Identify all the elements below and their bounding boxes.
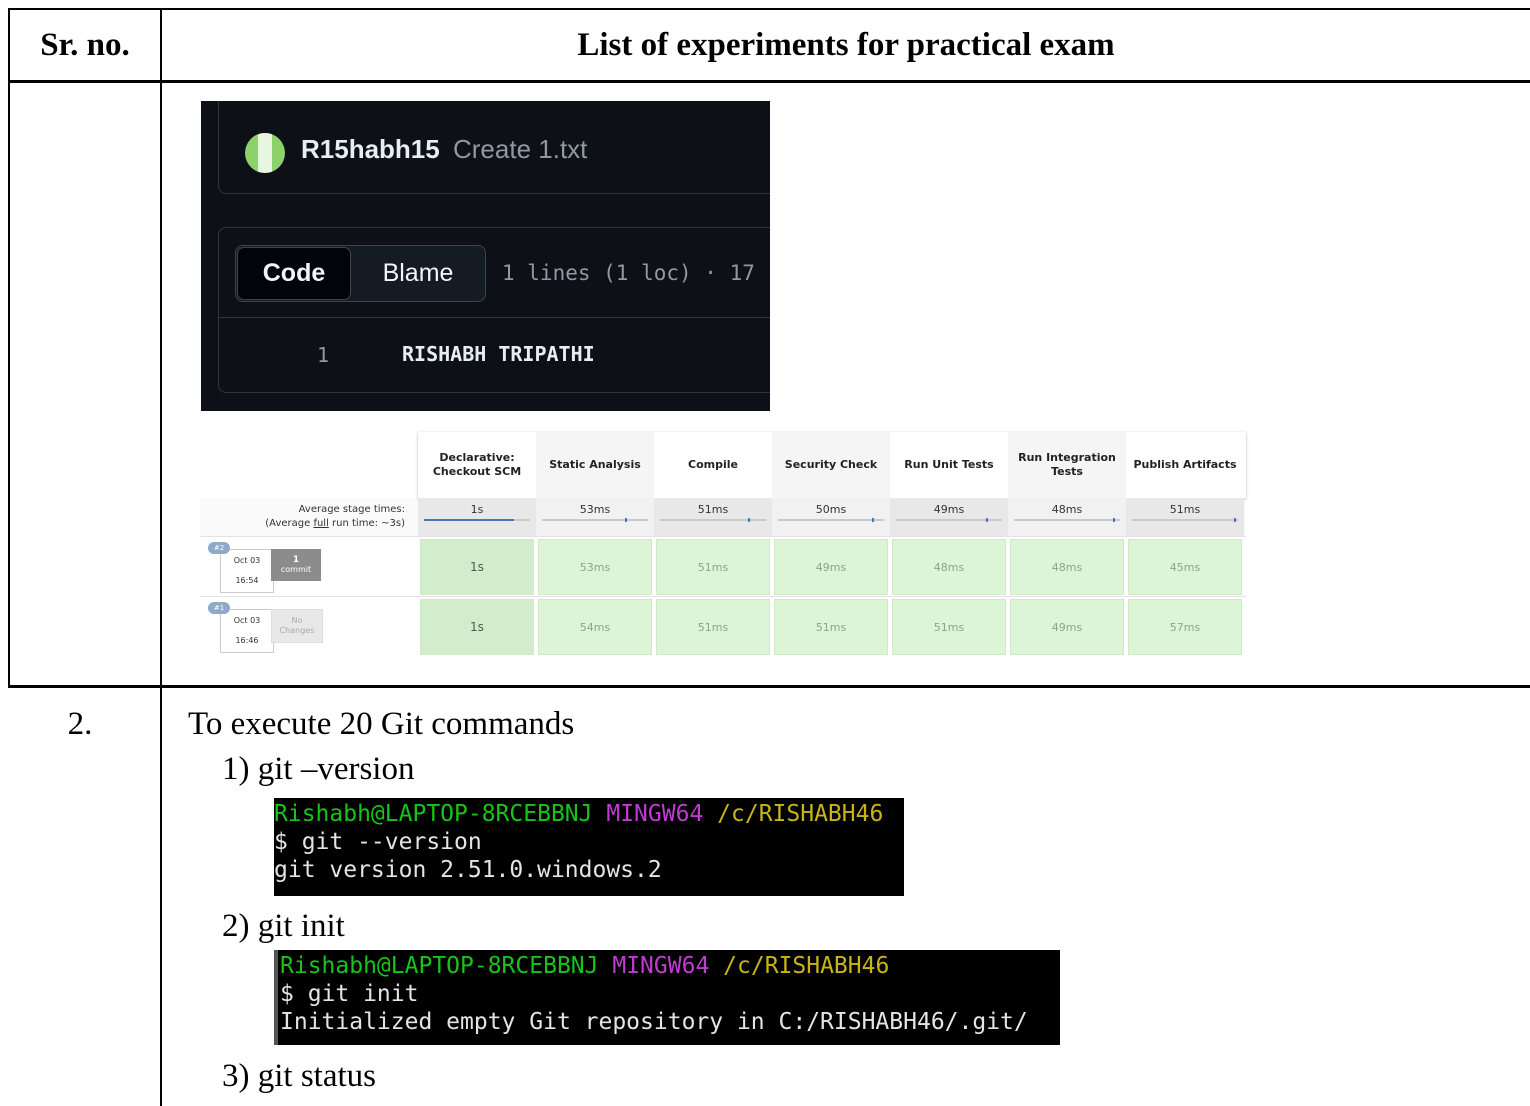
header-srno: Sr. no. [40,26,130,63]
stage-time-cell[interactable]: 48ms [1010,539,1124,595]
stage-header-2: Static Analysis [536,432,654,498]
stage-header-1: Declarative: Checkout SCM [432,451,522,478]
prompt-env: MINGW64 [612,953,710,979]
average-time: 49ms [933,503,965,516]
changes-count: No [291,616,303,625]
average-time-cell: 49ms [890,498,1008,536]
row-divider [8,685,1530,688]
average-time-cell: 1s [418,498,536,536]
prompt-user: Rishabh@LAPTOP-8RCEBBNJ [274,801,593,827]
row2-srno: 2. [67,706,93,742]
average-time-cell: 48ms [1008,498,1126,536]
git-item-2: 2) git init [222,908,345,944]
average-label-pre: (Average [265,518,314,529]
average-label-line1: Average stage times: [298,504,405,515]
average-label: Average stage times: (Average full run t… [200,503,405,531]
build-number-badge[interactable]: #1 [208,602,230,614]
build-info[interactable]: Oct 03 16:46 [220,609,274,653]
terminal-git-init: Rishabh@LAPTOP-8RCEBBNJ MINGW64 /c/RISHA… [274,950,1060,1045]
terminal-command: $ git init [280,981,419,1007]
changes-label: commit [280,565,312,574]
stage-time-cell[interactable]: 48ms [892,539,1006,595]
average-time-bar [1132,518,1238,522]
average-time-cell: 50ms [772,498,890,536]
average-label-post: run time: ~3s) [328,518,405,529]
average-time-bar [542,518,648,522]
git-item-1: 1) git –version [222,751,415,787]
stage-header-5: Run Unit Tests [904,458,994,471]
average-time: 1s [470,503,484,516]
file-meta: 1 lines (1 loc) · 17 [502,261,755,285]
prompt-user: Rishabh@LAPTOP-8RCEBBNJ [280,953,599,979]
average-time-cell: 53ms [536,498,654,536]
stage-time-cell[interactable]: 45ms [1128,539,1242,595]
build-time: 16:46 [235,636,259,645]
average-time-cell: 51ms [654,498,772,536]
terminal-git-version: Rishabh@LAPTOP-8RCEBBNJ MINGW64 /c/RISHA… [274,798,904,896]
stage-header-6: Run Integration Tests [1008,432,1126,498]
stage-time-cell[interactable]: 51ms [656,539,770,595]
stage-time-cell[interactable]: 57ms [1128,599,1242,655]
build-row: Oct 03 16:54 #2 1 commit 1s 53ms 51ms 49ms 48ms 48… [200,536,1246,595]
changes-label: Changes [279,626,315,635]
changes-box[interactable]: 1 commit [271,549,321,581]
average-time: 51ms [1169,503,1201,516]
stage-time-cell[interactable]: 1s [420,539,534,595]
build-date: Oct 03 [233,616,261,625]
changes-count: 1 [292,555,300,565]
prompt-env: MINGW64 [606,801,704,827]
full-run-link[interactable]: full [313,518,328,529]
average-time-bar [660,518,766,522]
header-experiments: List of experiments for practical exam [577,26,1115,63]
stage-header-7: Publish Artifacts [1133,458,1237,471]
stage-time-cell[interactable]: 49ms [1010,599,1124,655]
average-time: 51ms [697,503,729,516]
column-divider [160,8,162,1106]
avatar[interactable] [245,133,285,173]
tab-code[interactable]: Code [237,247,351,300]
stage-header-4: Security Check [772,432,890,498]
average-time-bar [1014,518,1120,522]
build-number-badge[interactable]: #2 [208,542,230,554]
prompt-path: /c/RISHABH46 [717,801,884,827]
line-number[interactable]: 1 [317,343,329,367]
git-item-3: 3) git status [222,1058,376,1094]
stage-header-3: Compile [688,458,738,471]
average-time: 48ms [1051,503,1083,516]
header-row-divider [8,80,1530,83]
row2-title: To execute 20 Git commands [188,706,575,742]
build-date: Oct 03 [233,556,261,565]
stage-time-cell[interactable]: 51ms [774,599,888,655]
file-box-divider [218,317,770,318]
stage-time-cell[interactable]: 53ms [538,539,652,595]
stage-time-cell[interactable]: 51ms [892,599,1006,655]
terminal-output: git version 2.51.0.windows.2 [274,857,662,883]
tab-blame[interactable]: Blame [353,247,483,300]
stage-time-cell[interactable]: 51ms [656,599,770,655]
build-time: 16:54 [235,576,259,585]
table-border-left [8,8,10,687]
commit-username[interactable]: R15habh15 [301,134,440,165]
average-time-bar [424,519,530,521]
average-time-bar [896,518,1002,522]
stage-time-cell[interactable]: 49ms [774,539,888,595]
build-info[interactable]: Oct 03 16:54 [220,549,274,593]
stage-time-cell[interactable]: 54ms [538,599,652,655]
commit-message[interactable]: Create 1.txt [453,134,587,165]
average-time: 50ms [815,503,847,516]
line-text: RISHABH TRIPATHI [402,342,595,366]
average-time: 53ms [579,503,611,516]
prompt-path: /c/RISHABH46 [723,953,890,979]
stage-time-cell[interactable]: 1s [420,599,534,655]
terminal-command: $ git --version [274,829,482,855]
jenkins-stage-view: Average stage times: (Average full run t… [200,432,1250,658]
average-time-bar [778,518,884,522]
changes-box[interactable]: No Changes [271,609,323,643]
terminal-output: Initialized empty Git repository in C:/R… [280,1009,1028,1035]
build-row: Oct 03 16:46 #1 No Changes 1s 54ms 51ms 51ms 51ms… [200,596,1246,655]
github-file-view: R15habh15 Create 1.txt Code Blame 1 line… [201,101,770,411]
average-time-cell: 51ms [1126,498,1244,536]
